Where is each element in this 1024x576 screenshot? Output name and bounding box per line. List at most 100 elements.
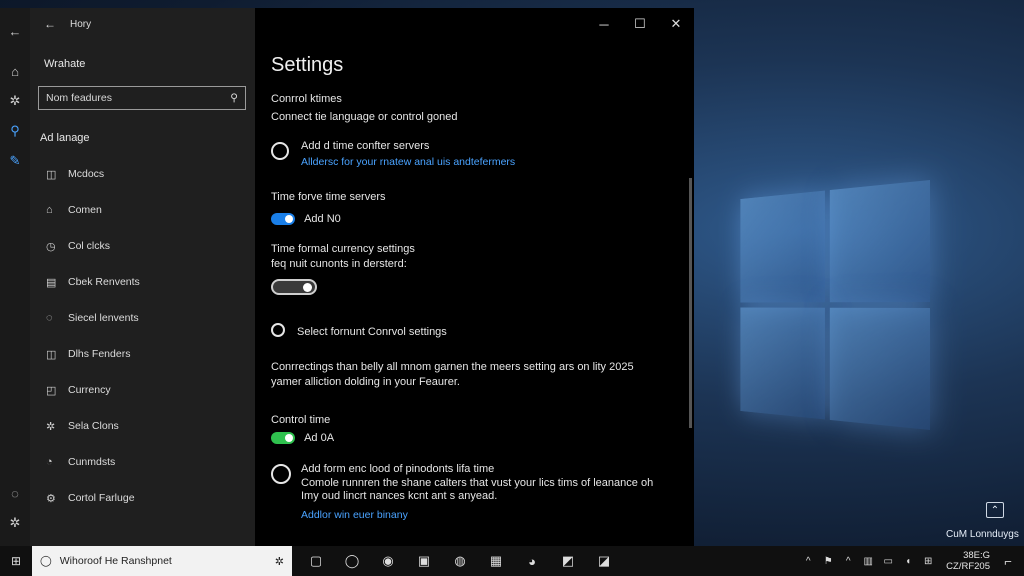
- sidebar-item[interactable]: ⚙ Cortol Farluge: [30, 480, 255, 516]
- toggle-format-settings[interactable]: [271, 278, 317, 295]
- toggle-1-row: Add N0: [271, 212, 341, 226]
- sidebar-item-label: Mcdocs: [68, 168, 105, 180]
- option-3-link[interactable]: Addlor win euer binany: [301, 508, 408, 522]
- info-icon[interactable]: ◌: [0, 478, 30, 508]
- app-green-icon[interactable]: ◕: [514, 546, 550, 576]
- section-control-times-title: Conrrol ktimes: [271, 93, 342, 105]
- search-icon[interactable]: ⚲: [230, 92, 238, 104]
- sidebar: ← Hory Wrahate Nom feadures ⚲ Ad lanage …: [30, 8, 255, 546]
- scrollbar[interactable]: [689, 178, 692, 428]
- sidebar-item-label: Siecel lenvents: [68, 312, 139, 324]
- region-alt-icon: ◫: [46, 348, 57, 361]
- windows-logo-wallpaper: [700, 180, 930, 430]
- taskbar-apps: ▢ ◯ ◉ ▣ ◍ ▦ ◕ ◩ ◪: [298, 546, 622, 576]
- option-3-desc-2: Imy oud lincrt nances kcnt ant s anyead.: [301, 490, 498, 502]
- sidebar-item-label: Cunmdsts: [68, 456, 116, 468]
- option-1-link[interactable]: Alldersc for your rnatew anal uis andtef…: [301, 155, 515, 169]
- settings-icon[interactable]: ✲: [0, 86, 30, 116]
- sidebar-heading: Ad lanage: [40, 132, 90, 144]
- list-icon: ▤: [46, 276, 57, 289]
- sidebar-item-label: Currency: [68, 384, 111, 396]
- chrome-icon[interactable]: ◍: [442, 546, 478, 576]
- sidebar-item[interactable]: ◫ Dlhs Fenders: [30, 336, 255, 372]
- gear-icon: ✲: [46, 420, 56, 433]
- desktop-shortcut-label[interactable]: CuM Lonnduygs: [946, 529, 1019, 540]
- edge-icon[interactable]: ◉: [370, 546, 406, 576]
- sidebar-item[interactable]: ◰ Currency: [30, 372, 255, 408]
- sidebar-item[interactable]: ✲ Sela Clons: [30, 408, 255, 444]
- search-circle-icon: ◯: [40, 555, 52, 567]
- person-icon[interactable]: ⚲: [0, 116, 30, 146]
- clock-icon: ◷: [46, 240, 56, 253]
- taskbar: ⊞ ◯ Wihoroof He Ranshpnet ✲ ▢ ◯ ◉ ▣ ◍ ▦ ◕ ◩ ◪ ^ ⚑…: [0, 546, 1024, 576]
- flag-icon[interactable]: ⚑: [818, 556, 838, 567]
- toggle-2-row: [271, 278, 317, 296]
- back-icon[interactable]: ←: [44, 17, 56, 31]
- sidebar-item-label: Sela Clons: [68, 420, 119, 432]
- battery-icon[interactable]: ▭: [878, 556, 898, 567]
- nav-rail: ← ⌂ ✲ ⚲ ✎ ◌ ✲: [0, 8, 30, 546]
- radio-option-1[interactable]: [271, 142, 289, 160]
- sidebar-list: ◫ Mcdocs ⌂ Comen ◷ Col clcks ▤ Cbek Renvents ◌ Si…: [30, 156, 255, 516]
- clock-time: 38E:G: [963, 550, 990, 561]
- section-format-desc: feq nuit cunonts in dersterd:: [271, 258, 407, 270]
- sidebar-item-label: Comen: [68, 204, 102, 216]
- app-settings-icon[interactable]: ◪: [586, 546, 622, 576]
- maximize-button[interactable]: ☐: [622, 8, 658, 40]
- sidebar-item[interactable]: ▤ Cbek Renvents: [30, 264, 255, 300]
- sidebar-item-label: Cbek Renvents: [68, 276, 140, 288]
- settings-window: ← ⌂ ✲ ⚲ ✎ ◌ ✲ ← Hory Wrahate Nom feadure…: [0, 8, 694, 546]
- toggle-time-servers[interactable]: [271, 213, 295, 226]
- currency-icon: ◰: [46, 384, 57, 397]
- minimize-button[interactable]: ─: [586, 8, 622, 40]
- page-title: Settings: [271, 54, 344, 76]
- search-placeholder: Nom feadures: [46, 92, 112, 104]
- app-name: Wrahate: [44, 58, 86, 70]
- sidebar-item[interactable]: ◫ Mcdocs: [30, 156, 255, 192]
- sidebar-item[interactable]: ◌ Siecel lenvents: [30, 300, 255, 336]
- taskbar-search[interactable]: ◯ Wihoroof He Ranshpnet ✲: [32, 546, 292, 576]
- start-button[interactable]: ⊞: [0, 546, 32, 576]
- section-control-times-desc: Connect tie language or control goned: [271, 111, 458, 123]
- sidebar-item[interactable]: ◔ Cunmdsts: [30, 444, 255, 480]
- sidebar-item-label: Dlhs Fenders: [68, 348, 131, 360]
- option-1-title: Add d time confter servers: [301, 140, 430, 152]
- sidebar-item[interactable]: ⌂ Comen: [30, 192, 255, 228]
- task-view-icon[interactable]: ▢: [298, 546, 334, 576]
- caret-icon[interactable]: ^: [838, 556, 858, 567]
- accessibility-icon[interactable]: ✲: [0, 508, 30, 538]
- back-arrow-icon[interactable]: ←: [0, 16, 30, 46]
- notification-icon[interactable]: ⌐: [998, 554, 1018, 569]
- toggle-3-label: Ad 0A: [304, 432, 335, 444]
- toggle-control-time[interactable]: [271, 432, 295, 445]
- close-button[interactable]: ✕: [658, 8, 694, 40]
- radio-option-2[interactable]: [271, 323, 285, 337]
- option-3-desc-1: Comole runnren the shane calters that vu…: [301, 477, 654, 489]
- pen-icon[interactable]: ✎: [0, 146, 30, 176]
- comment-icon: ◔: [46, 456, 53, 468]
- title-bar: ─ ☐ ✕: [271, 8, 694, 40]
- search-input[interactable]: Nom feadures ⚲: [38, 86, 246, 110]
- sparkle-icon[interactable]: ✲: [275, 555, 284, 568]
- folder-icon[interactable]: ▦: [478, 546, 514, 576]
- desktop-shortcut-icon[interactable]: ⌃: [986, 502, 1004, 518]
- sidebar-item-label: Cortol Farluge: [68, 492, 135, 504]
- app-blue-icon[interactable]: ◩: [550, 546, 586, 576]
- region-icon: ◌: [46, 312, 53, 324]
- toggle-3-row: Ad 0A: [271, 431, 334, 445]
- language-icon[interactable]: ⊞: [918, 556, 938, 567]
- radio-option-3[interactable]: [271, 464, 291, 484]
- home-icon[interactable]: ⌂: [0, 56, 30, 86]
- settings-icon: ⚙: [46, 492, 56, 505]
- clock-date: CZ/RF205: [946, 561, 990, 572]
- sidebar-item-label: Col clcks: [68, 240, 111, 252]
- network-icon[interactable]: ▥: [858, 556, 878, 567]
- cortana-icon[interactable]: ◯: [334, 546, 370, 576]
- system-tray: ^ ⚑ ^ ▥ ▭ ◖ ⊞ 38E:G CZ/RF205 ⌐: [798, 550, 1024, 572]
- paragraph-line-2: yamer alliction dolding in your Feaurer.: [271, 376, 460, 388]
- files-icon[interactable]: ▣: [406, 546, 442, 576]
- sidebar-item[interactable]: ◷ Col clcks: [30, 228, 255, 264]
- clock[interactable]: 38E:G CZ/RF205: [938, 550, 998, 572]
- volume-icon[interactable]: ◖: [898, 556, 918, 567]
- chevron-up-icon[interactable]: ^: [798, 556, 818, 567]
